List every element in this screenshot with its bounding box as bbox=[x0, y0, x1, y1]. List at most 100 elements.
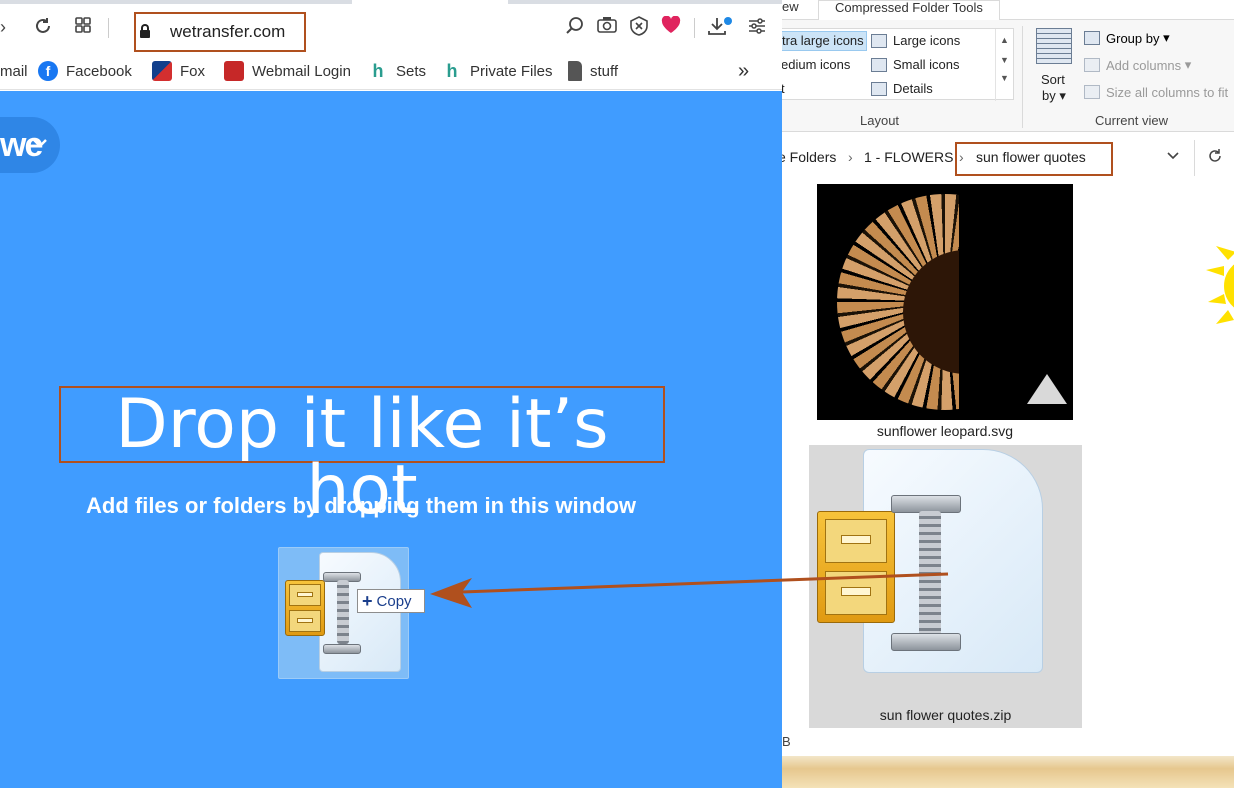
bookmarks-bar: mail f Facebook Fox Webmail Login h Sets h… bbox=[0, 52, 782, 90]
expand-gallery-icon[interactable]: ▼ bbox=[996, 73, 1013, 83]
browser-window: › wetransfer.com mail f Facebook Fox Web… bbox=[0, 0, 782, 788]
layout-large-icons[interactable]: Large icons bbox=[871, 31, 960, 51]
layout-option-label: tra large icons bbox=[782, 33, 864, 48]
reload-icon[interactable] bbox=[32, 16, 54, 38]
sun-illustration-peek bbox=[1206, 246, 1234, 324]
bookmark-sets[interactable]: h Sets bbox=[368, 60, 427, 82]
url-text: wetransfer.com bbox=[170, 22, 286, 41]
webmail-icon bbox=[224, 61, 244, 81]
bookmark-label: mail bbox=[0, 62, 28, 80]
layout-option-label: Small icons bbox=[893, 57, 960, 72]
large-icons-icon bbox=[871, 34, 887, 48]
zip-archive-icon bbox=[283, 550, 407, 678]
bookmark-label: Facebook bbox=[66, 62, 132, 80]
scroll-up-icon[interactable]: ▲ bbox=[996, 35, 1013, 45]
file-item-sun-flower-quotes-zip[interactable] bbox=[809, 445, 1082, 728]
size-columns-icon bbox=[1084, 85, 1100, 99]
sort-by-label: by bbox=[1042, 88, 1056, 103]
drop-subline: Add files or folders by dropping them in… bbox=[86, 493, 636, 518]
ad-block-icon[interactable] bbox=[628, 16, 650, 38]
layout-option-label: Large icons bbox=[893, 33, 961, 48]
forward-icon[interactable]: › bbox=[0, 16, 14, 38]
bookmark-fox[interactable]: Fox bbox=[152, 60, 205, 82]
current-view-group-label: Current view bbox=[1095, 113, 1168, 128]
document-icon bbox=[568, 61, 582, 81]
size-columns-button[interactable]: Size all columns to fit bbox=[1084, 82, 1228, 102]
status-bar-text: B bbox=[782, 734, 791, 749]
layout-gallery-scroller[interactable]: ▲ ▼ ▼ bbox=[995, 29, 1013, 101]
group-by-icon bbox=[1084, 31, 1100, 45]
easy-setup-icon[interactable] bbox=[746, 16, 768, 38]
layout-extra-large-icons[interactable]: tra large icons bbox=[782, 31, 867, 51]
camera-icon[interactable] bbox=[596, 16, 618, 38]
copy-label: Copy bbox=[376, 592, 412, 610]
add-columns-icon bbox=[1084, 58, 1100, 72]
scroll-down-icon[interactable]: ▼ bbox=[996, 55, 1013, 65]
layout-option-label: Details bbox=[893, 81, 933, 96]
heart-icon[interactable] bbox=[660, 15, 682, 38]
fox-logo-icon bbox=[152, 61, 172, 81]
bookmark-label: stuff bbox=[590, 62, 619, 80]
address-history-dropdown[interactable] bbox=[1166, 148, 1180, 164]
hm-logo-icon: h bbox=[446, 61, 458, 81]
layout-list[interactable]: t bbox=[782, 79, 785, 99]
speed-dial-icon[interactable] bbox=[72, 16, 94, 38]
bookmark-label: Private Files bbox=[470, 62, 553, 80]
drag-copy-tooltip: + Copy bbox=[357, 589, 425, 613]
bookmark-private-files[interactable]: h Private Files bbox=[442, 60, 553, 82]
headline-annotation-box: Drop it like it’s hot bbox=[59, 386, 665, 525]
screen: › wetransfer.com mail f Facebook Fox Web… bbox=[0, 0, 1234, 788]
breadcrumb-separator[interactable]: › bbox=[848, 149, 853, 165]
layout-medium-icons[interactable]: edium icons bbox=[782, 55, 850, 75]
tab-view[interactable]: ew bbox=[782, 0, 799, 20]
sort-by-icon[interactable] bbox=[1036, 28, 1072, 64]
lock-icon bbox=[140, 24, 150, 38]
refresh-icon[interactable] bbox=[1194, 140, 1234, 176]
small-icons-icon bbox=[871, 58, 887, 72]
bookmark-facebook[interactable]: f Facebook bbox=[38, 60, 132, 82]
sort-label[interactable]: Sort bbox=[1041, 72, 1065, 87]
dragged-file-ghost[interactable] bbox=[278, 547, 409, 679]
add-columns-button[interactable]: Add columns ▾ bbox=[1084, 55, 1191, 75]
hm-logo-icon: h bbox=[372, 61, 384, 81]
bookmark-webmail-login[interactable]: Webmail Login bbox=[224, 60, 351, 82]
facebook-icon: f bbox=[38, 61, 58, 81]
details-icon bbox=[871, 82, 887, 96]
ribbon-tab-bar: ew Compressed Folder Tools bbox=[782, 0, 1234, 20]
bookmark-label: Webmail Login bbox=[252, 62, 351, 80]
file-thumbnail-sunflower-leopard[interactable] bbox=[817, 184, 1073, 420]
plus-icon: + bbox=[362, 590, 373, 611]
breadcrumb-sun-flower-quotes[interactable]: sun flower quotes bbox=[976, 149, 1086, 165]
layout-small-icons[interactable]: Small icons bbox=[871, 55, 959, 75]
file-explorer-window: ew Compressed Folder Tools tra large ico… bbox=[782, 0, 1234, 788]
download-badge bbox=[724, 17, 732, 25]
chevrons-right-icon: » bbox=[738, 59, 750, 82]
search-icon[interactable] bbox=[564, 16, 586, 38]
explorer-address-bar[interactable]: e Folders › 1 - FLOWERS › sun flower quo… bbox=[782, 140, 1234, 176]
layout-option-label: t bbox=[782, 81, 785, 96]
layout-details[interactable]: Details bbox=[871, 79, 933, 99]
desktop-background bbox=[782, 756, 1234, 788]
breadcrumb-1-flowers[interactable]: 1 - FLOWERS bbox=[864, 149, 953, 165]
file-list: sunflower leopard.svg sun flower quotes.… bbox=[782, 176, 1234, 756]
layout-group-label: Layout bbox=[860, 113, 900, 128]
bookmark-label: Sets bbox=[396, 62, 427, 80]
address-bar[interactable]: wetransfer.com bbox=[134, 12, 306, 52]
group-by-button[interactable]: Group by ▾ bbox=[1084, 28, 1170, 48]
ribbon-panel: tra large icons Large icons edium icons … bbox=[782, 20, 1234, 132]
file-name-sun-flower-quotes-zip[interactable]: sun flower quotes.zip bbox=[809, 707, 1082, 723]
bookmark-label: Fox bbox=[180, 62, 206, 80]
bookmark-mail[interactable]: mail bbox=[0, 60, 28, 82]
bookmark-stuff[interactable]: stuff bbox=[568, 60, 618, 82]
bookmarks-overflow-button[interactable]: » bbox=[738, 60, 749, 82]
add-columns-label: Add columns bbox=[1106, 57, 1182, 73]
size-columns-label: Size all columns to fit bbox=[1106, 84, 1229, 100]
group-by-label: Group by bbox=[1106, 30, 1160, 46]
breadcrumb-folders[interactable]: e Folders bbox=[782, 149, 836, 165]
wetransfer-page: we Drop it like it’s hot Add files or fo… bbox=[0, 91, 782, 788]
tab-compressed-folder-tools[interactable]: Compressed Folder Tools bbox=[818, 0, 1000, 20]
ribbon-separator bbox=[1022, 26, 1023, 128]
inkscape-badge-icon bbox=[1027, 374, 1067, 404]
file-name-sunflower-leopard[interactable]: sunflower leopard.svg bbox=[817, 423, 1073, 439]
sort-by-dropdown[interactable]: by ▾ bbox=[1042, 88, 1066, 104]
